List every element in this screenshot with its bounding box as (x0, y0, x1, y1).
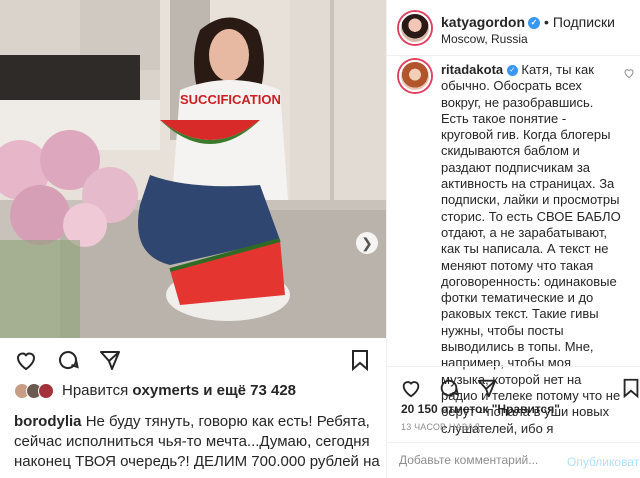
bookmark-icon (623, 378, 639, 399)
bookmark-icon (352, 350, 368, 372)
comment-button[interactable] (54, 346, 82, 374)
instagram-post-view: SUCCIFICATION ❯ Нравится oxymerts и ещё … (0, 0, 640, 478)
comment-button[interactable] (435, 374, 463, 402)
publish-button[interactable]: Опубликовать (567, 455, 640, 469)
next-photo-button[interactable]: ❯ (356, 232, 378, 254)
share-icon (100, 351, 120, 370)
like-button[interactable] (12, 346, 40, 374)
avatar[interactable] (399, 60, 431, 92)
heart-icon (624, 69, 634, 79)
verified-icon: ✓ (506, 65, 518, 77)
post-caption: borodylia Не буду тянуть, говорю как ест… (14, 412, 380, 478)
heart-icon (16, 352, 36, 371)
liked-by-count[interactable]: и ещё 73 428 (203, 382, 296, 399)
comment-icon (440, 379, 459, 397)
post-author: katyagordon ✓ • Подписки (441, 14, 615, 30)
following-button[interactable]: Подписки (553, 14, 615, 30)
share-icon (477, 379, 497, 398)
liked-by-avatars (14, 382, 54, 399)
add-comment-bar: Опубликовать (387, 442, 640, 478)
location-link[interactable]: Moscow, Russia (441, 32, 528, 46)
heart-icon (402, 381, 420, 398)
divider (387, 366, 640, 367)
comment-input[interactable] (399, 453, 549, 467)
likes-count[interactable]: 20 150 отметок "Нравится" (401, 402, 560, 416)
like-button[interactable] (397, 374, 425, 402)
liked-by-row: Нравится oxymerts и ещё 73 428 (14, 382, 296, 399)
post-actions (12, 346, 124, 374)
liked-by-user[interactable]: oxymerts (132, 382, 199, 399)
comment-icon (59, 351, 79, 369)
tshirt-print: SUCCIFICATION (180, 92, 281, 107)
save-button[interactable] (617, 374, 640, 402)
comment-username[interactable]: ritadakota (441, 62, 503, 77)
likes-count-text: 20 150 отметок "Нравится" (401, 402, 560, 416)
separator-dot: • (544, 14, 549, 30)
share-button[interactable] (96, 346, 124, 374)
caption-username[interactable]: borodylia (14, 413, 82, 430)
verified-icon: ✓ (528, 17, 541, 30)
avatar[interactable] (399, 12, 431, 44)
post-photo[interactable]: SUCCIFICATION ❯ (0, 0, 386, 338)
chevron-right-icon: ❯ (361, 234, 373, 251)
share-button[interactable] (473, 374, 501, 402)
post-timestamp[interactable]: 13 ЧАСОВ НАЗАД (401, 422, 480, 432)
comment-like-button[interactable] (623, 66, 635, 84)
save-button[interactable] (346, 346, 374, 374)
avatar[interactable] (38, 382, 54, 399)
author-username[interactable]: katyagordon (441, 14, 525, 30)
panel-actions (397, 374, 501, 402)
liked-by-label: Нравится (62, 382, 129, 399)
post-sidebar: katyagordon ✓ • Подписки Moscow, Russia rit… (386, 0, 640, 478)
post-header: katyagordon ✓ • Подписки Moscow, Russia (387, 0, 640, 56)
